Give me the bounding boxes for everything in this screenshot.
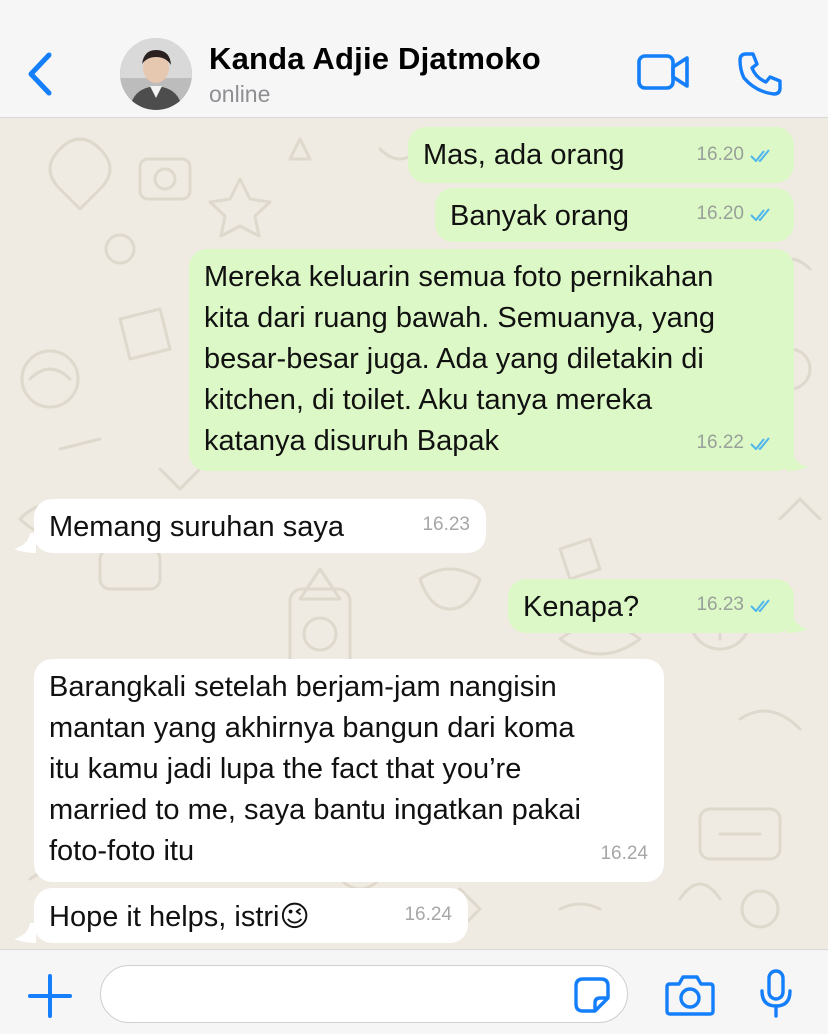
message-text: Memang suruhan saya [49, 511, 344, 543]
video-call-icon [637, 54, 689, 90]
voice-message-button[interactable] [758, 968, 794, 1020]
bubble-tail [14, 923, 36, 943]
message-meta: 16.23 [696, 584, 776, 625]
message-meta: 16.24 [404, 894, 452, 935]
double-check-read-icon [750, 207, 770, 221]
contact-name[interactable]: Kanda Adjie Djatmoko [209, 41, 541, 77]
composer-bar [0, 949, 828, 1034]
message-text: Barangkali setelah berjam-jam nangisin m… [49, 671, 581, 867]
message-meta: 16.24 [600, 833, 648, 874]
message-meta: 16.23 [422, 504, 470, 545]
message-list[interactable]: Mas, ada orang 16.20 Banyak orang 16.20 … [0, 119, 828, 949]
message-text: Mas, ada orang [423, 139, 625, 171]
video-call-button[interactable] [636, 52, 692, 92]
message-text: Kenapa? [523, 591, 640, 623]
message-bubble-outgoing[interactable]: Mereka keluarin semua foto pernikahan ki… [189, 249, 794, 471]
sticker-button[interactable] [573, 976, 611, 1014]
message-bubble-outgoing[interactable]: Mas, ada orang 16.20 [408, 127, 794, 183]
message-time: 16.20 [696, 203, 744, 224]
contact-status: online [209, 81, 271, 107]
message-meta: 16.20 [696, 193, 776, 234]
message-text: Hope it helps, istri [49, 901, 280, 933]
message-input[interactable] [121, 966, 581, 1020]
message-time: 16.23 [696, 594, 744, 615]
double-check-read-icon [750, 598, 770, 612]
message-time: 16.23 [422, 514, 470, 535]
message-text: Mereka keluarin semua foto pernikahan ki… [204, 261, 716, 457]
wink-emoji-icon: 😉 [279, 899, 310, 933]
chevron-left-icon [28, 52, 52, 96]
message-meta: 16.20 [696, 134, 776, 175]
chat-header: Kanda Adjie Djatmoko online [0, 0, 828, 118]
message-time: 16.24 [600, 843, 648, 864]
message-bubble-outgoing[interactable]: Banyak orang 16.20 [435, 188, 794, 242]
message-input-box[interactable] [100, 965, 628, 1023]
message-bubble-incoming[interactable]: Hope it helps, istri😉 16.24 [34, 888, 468, 943]
message-bubble-outgoing[interactable]: Kenapa? 16.23 [508, 579, 794, 633]
microphone-icon [760, 969, 792, 1018]
plus-icon [28, 974, 72, 1018]
message-time: 16.20 [696, 144, 744, 165]
message-meta: 16.22 [696, 422, 776, 463]
avatar[interactable] [120, 38, 192, 110]
message-time: 16.24 [404, 904, 452, 925]
camera-button[interactable] [664, 973, 716, 1017]
voice-call-button[interactable] [736, 50, 784, 98]
message-time: 16.22 [696, 432, 744, 453]
attach-button[interactable] [26, 972, 74, 1020]
bubble-tail [786, 451, 808, 471]
bubble-tail [786, 613, 808, 633]
back-button[interactable] [22, 48, 58, 100]
bubble-tail [14, 533, 36, 553]
double-check-read-icon [750, 436, 770, 450]
message-bubble-incoming[interactable]: Memang suruhan saya 16.23 [34, 499, 486, 553]
sticker-icon [574, 977, 610, 1013]
camera-icon [665, 975, 715, 1016]
message-text: Banyak orang [450, 200, 629, 232]
message-bubble-incoming[interactable]: Barangkali setelah berjam-jam nangisin m… [34, 659, 664, 882]
phone-icon [738, 52, 782, 96]
double-check-read-icon [750, 148, 770, 162]
